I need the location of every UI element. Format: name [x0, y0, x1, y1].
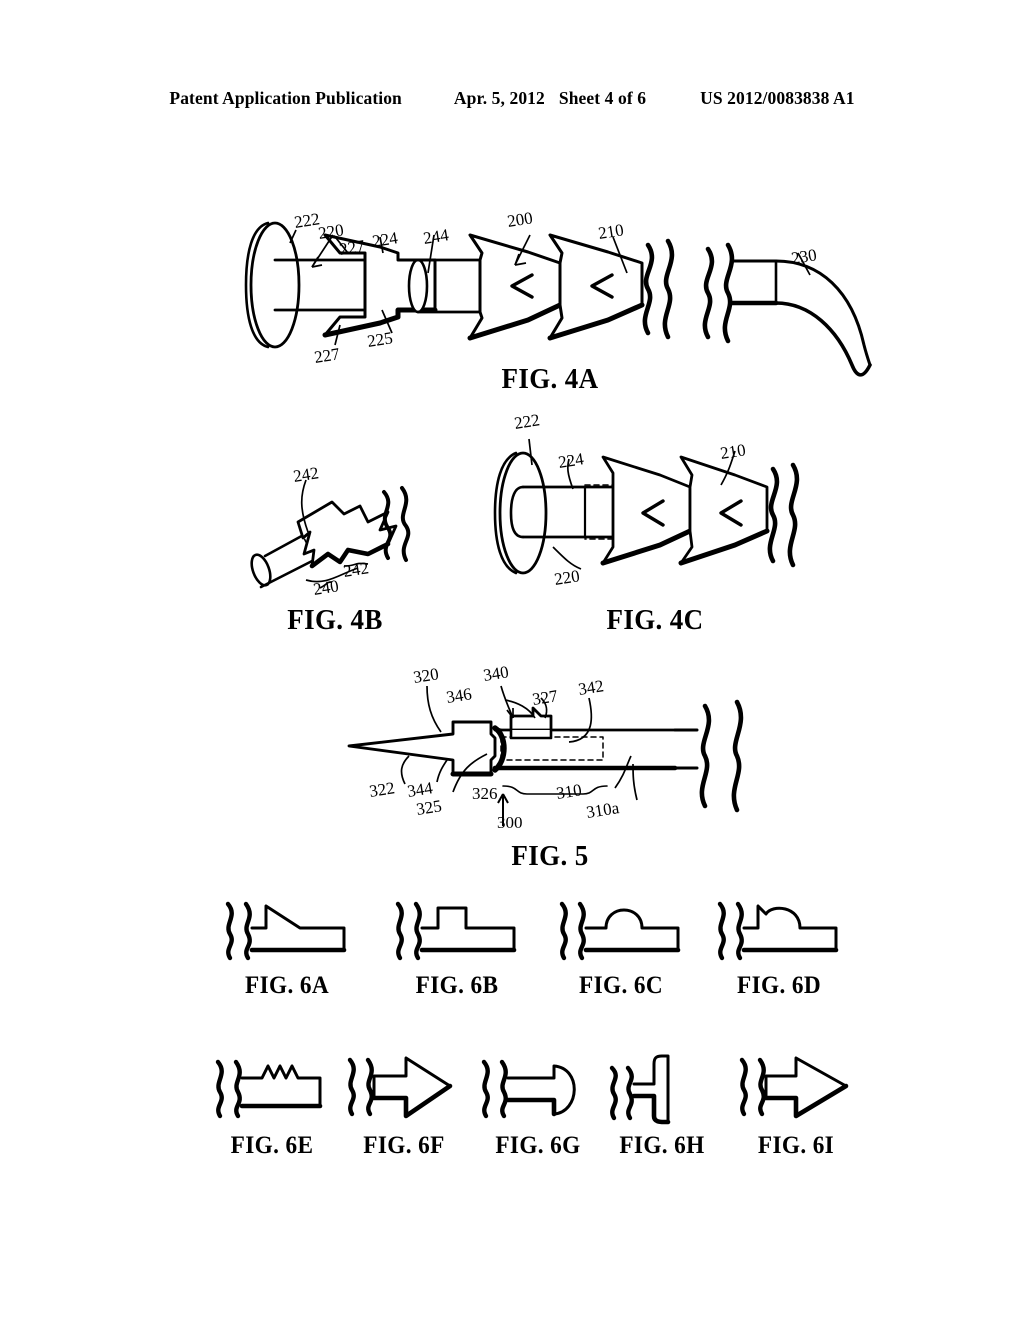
- ref-227-upper-fig4a: 227: [337, 236, 367, 260]
- ref-346-fig5: 346: [444, 684, 474, 708]
- figure-6h: [606, 1050, 716, 1126]
- ref-244-fig4a: 244: [421, 225, 451, 249]
- ref-230-fig4a: 230: [789, 245, 819, 269]
- ref-242-lower-fig4b: 242: [341, 558, 371, 582]
- figure-6b: [392, 898, 522, 961]
- ref-342-fig5: 342: [576, 676, 606, 700]
- caption-fig-6c: FIG. 6C: [579, 972, 663, 999]
- caption-fig-6h: FIG. 6H: [619, 1132, 705, 1159]
- ref-340-fig5: 340: [481, 662, 511, 686]
- header-sheet-number: Sheet 4 of 6: [558, 88, 647, 108]
- ref-322-fig5: 322: [367, 778, 397, 802]
- caption-fig-6b: FIG. 6B: [415, 972, 499, 999]
- ref-227-lower-fig4a: 227: [312, 344, 342, 368]
- sheet-header: Patent Application Publication Apr. 5, 2…: [0, 88, 1024, 109]
- ref-327-fig5: 327: [530, 686, 560, 710]
- ref-240-fig4b: 240: [311, 576, 341, 600]
- patent-drawing-sheet: Patent Application Publication Apr. 5, 2…: [0, 0, 1024, 1320]
- figure-6e: [212, 1056, 332, 1119]
- ref-210-fig4c: 210: [718, 440, 748, 464]
- figure-6f: [344, 1052, 464, 1122]
- ref-220-fig4c: 220: [552, 566, 582, 590]
- figure-6i: [736, 1052, 856, 1122]
- caption-fig-6d: FIG. 6D: [737, 972, 821, 999]
- header-date: Apr. 5, 2012: [453, 88, 545, 108]
- caption-fig-6f: FIG. 6F: [363, 1132, 445, 1159]
- ref-225-fig4a: 225: [365, 328, 395, 352]
- ref-210-fig4a: 210: [596, 220, 626, 244]
- caption-fig-5: FIG. 5: [511, 840, 589, 872]
- caption-fig-6a: FIG. 6A: [245, 972, 329, 999]
- caption-fig-6i: FIG. 6I: [757, 1132, 835, 1159]
- caption-fig-4a: FIG. 4A: [501, 363, 599, 395]
- caption-fig-4b: FIG. 4B: [287, 604, 383, 636]
- figure-6c: [556, 898, 686, 961]
- figure-6g: [478, 1056, 598, 1119]
- ref-224-fig4c: 224: [556, 449, 586, 473]
- caption-fig-4c: FIG. 4C: [606, 604, 704, 636]
- ref-200-fig4a: 200: [505, 208, 535, 232]
- ref-300-fig5: 300: [497, 813, 523, 832]
- header-patent-number: US 2012/0083838 A1: [700, 88, 855, 108]
- figure-6d: [714, 898, 844, 961]
- ref-242-upper-fig4b: 242: [291, 463, 321, 487]
- ref-325-fig5: 325: [414, 796, 444, 820]
- ref-320-fig5: 320: [411, 664, 441, 688]
- figure-6a: [222, 898, 352, 961]
- ref-326-fig5: 326: [472, 784, 498, 803]
- header-publication: Patent Application Publication: [169, 88, 402, 108]
- ref-310-fig5: 310: [554, 780, 584, 804]
- ref-222-fig4c: 222: [512, 410, 542, 434]
- ref-224-fig4a: 224: [370, 228, 400, 252]
- caption-fig-6e: FIG. 6E: [230, 1132, 314, 1159]
- caption-fig-6g: FIG. 6G: [495, 1132, 581, 1159]
